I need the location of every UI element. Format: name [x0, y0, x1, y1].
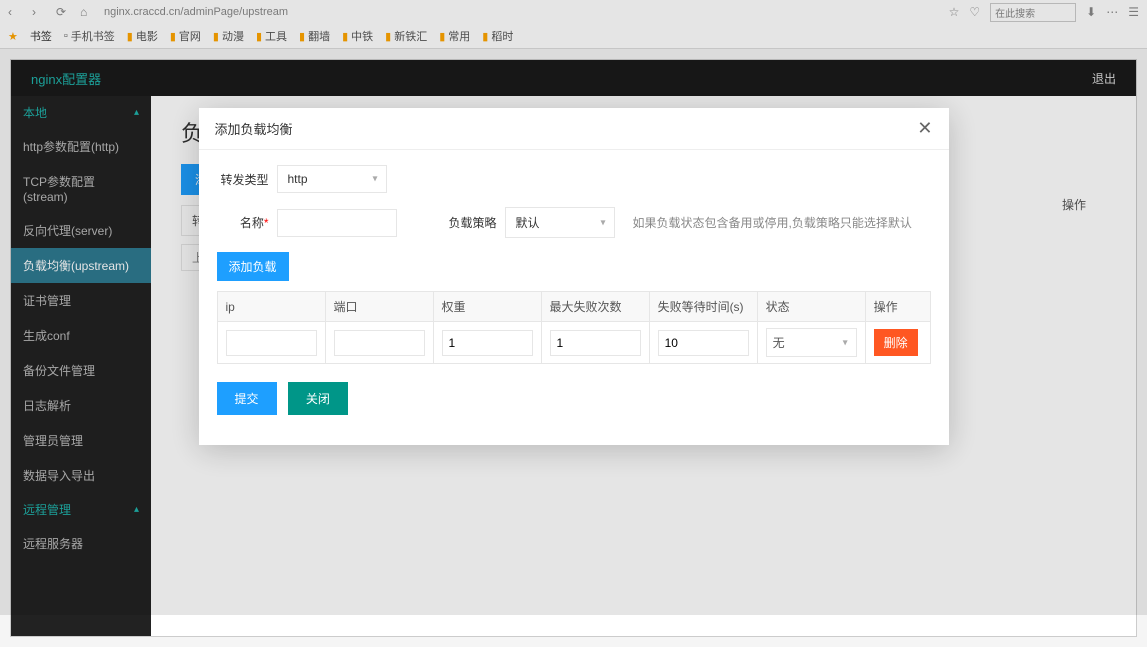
chevron-down-icon: ▾: [372, 174, 377, 185]
add-upstream-modal: 添加负载均衡 ✕ 转发类型 http ▾ 名称* 负载策略: [199, 108, 949, 445]
modal-title: 添加负载均衡: [215, 119, 293, 138]
load-table: ip 端口 权重 最大失败次数 失败等待时间(s) 状态 操作: [217, 291, 931, 364]
chevron-down-icon: ▾: [843, 337, 848, 348]
th-failtime: 失败等待时间(s): [649, 292, 757, 322]
chevron-down-icon: ▾: [600, 217, 605, 228]
th-maxfail: 最大失败次数: [541, 292, 649, 322]
port-input[interactable]: [334, 330, 425, 356]
th-port: 端口: [325, 292, 433, 322]
status-select[interactable]: 无 ▾: [766, 328, 857, 357]
th-ip: ip: [217, 292, 325, 322]
strategy-label: 负载策略: [445, 214, 497, 231]
name-input[interactable]: [277, 209, 397, 237]
th-ops: 操作: [865, 292, 930, 322]
th-weight: 权重: [433, 292, 541, 322]
modal-overlay: 添加负载均衡 ✕ 转发类型 http ▾ 名称* 负载策略: [0, 0, 1147, 615]
submit-button[interactable]: 提交: [217, 382, 277, 415]
weight-input[interactable]: [442, 330, 533, 356]
strategy-hint: 如果负载状态包含备用或停用,负载策略只能选择默认: [633, 214, 912, 231]
table-row: 无 ▾ 删除: [217, 322, 930, 364]
close-button[interactable]: 关闭: [288, 382, 348, 415]
ip-input[interactable]: [226, 330, 317, 356]
maxfail-input[interactable]: [550, 330, 641, 356]
add-load-button[interactable]: 添加负载: [217, 252, 289, 281]
name-label: 名称*: [217, 214, 269, 231]
th-status: 状态: [757, 292, 865, 322]
delete-button[interactable]: 删除: [874, 329, 918, 356]
strategy-select[interactable]: 默认 ▾: [505, 207, 615, 238]
modal-body: 转发类型 http ▾ 名称* 负载策略 默认 ▾: [199, 150, 949, 445]
close-icon[interactable]: ✕: [917, 118, 932, 139]
failtime-input[interactable]: [658, 330, 749, 356]
modal-header: 添加负载均衡 ✕: [199, 108, 949, 150]
forward-type-label: 转发类型: [217, 171, 269, 188]
forward-type-select[interactable]: http ▾: [277, 165, 387, 193]
